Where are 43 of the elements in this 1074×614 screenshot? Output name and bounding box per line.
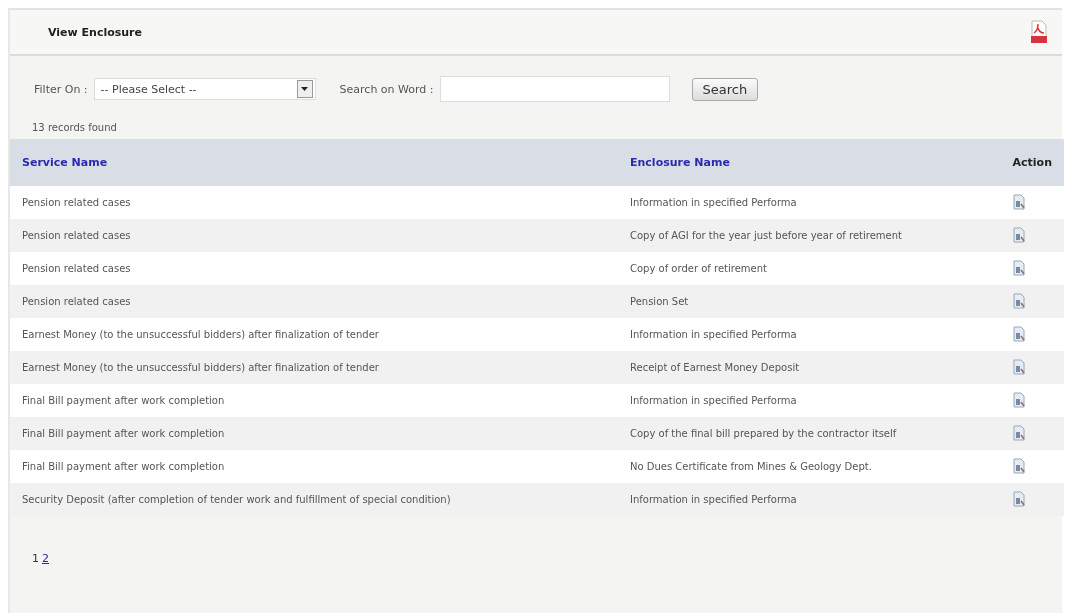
table-cell: Receipt of Earnest Money Deposit xyxy=(618,351,1001,384)
table-cell: Information in specified Performa xyxy=(618,384,1001,417)
page-link[interactable]: 2 xyxy=(42,552,49,565)
table-cell: Information in specified Performa xyxy=(618,318,1001,351)
document-view-icon[interactable] xyxy=(1012,490,1025,507)
page-link[interactable]: 1 xyxy=(32,552,39,565)
table-cell: Pension Set xyxy=(618,285,1001,318)
search-button[interactable]: Search xyxy=(691,77,759,101)
table-cell: Information in specified Performa xyxy=(618,186,1001,219)
table-cell: Earnest Money (to the unsuccessful bidders) after finalization of tender xyxy=(10,318,618,351)
column-header[interactable]: Service Name xyxy=(10,139,618,186)
table-cell: Final Bill payment after work completion xyxy=(10,450,618,483)
document-view-icon[interactable] xyxy=(1012,325,1025,342)
table-cell: Final Bill payment after work completion xyxy=(10,384,618,417)
document-view-icon[interactable] xyxy=(1012,259,1025,276)
document-view-icon[interactable] xyxy=(1012,424,1025,441)
page-title: View Enclosure xyxy=(48,25,142,39)
table-cell: Pension related cases xyxy=(10,186,618,219)
records-count: 13 records found xyxy=(32,122,118,133)
document-view-icon[interactable] xyxy=(1012,358,1025,375)
document-view-icon[interactable] xyxy=(1012,457,1025,474)
document-view-icon[interactable] xyxy=(1012,391,1025,408)
filter-label: Filter On : xyxy=(34,82,88,96)
table-cell: No Dues Certificate from Mines & Geology Dept. xyxy=(618,450,1001,483)
table-cell: Pension related cases xyxy=(10,285,618,318)
table-cell: Earnest Money (to the unsuccessful bidders) after finalization of tender xyxy=(10,351,618,384)
search-field[interactable] xyxy=(439,76,670,102)
table-cell: Copy of the final bill prepared by the contractor itself xyxy=(618,417,1001,450)
column-header[interactable]: Enclosure Name xyxy=(618,139,1001,186)
filter-select[interactable]: -- Please Select -- xyxy=(93,78,316,100)
pdf-icon[interactable] xyxy=(1030,20,1048,44)
table-cell: Copy of AGI for the year just before year of retirement xyxy=(618,219,1001,252)
search-label: Search on Word : xyxy=(339,82,434,96)
document-view-icon[interactable] xyxy=(1012,226,1025,243)
table-cell: Final Bill payment after work completion xyxy=(10,417,618,450)
document-view-icon[interactable] xyxy=(1012,292,1025,309)
column-header: Action xyxy=(1000,139,1064,186)
table-cell: Security Deposit (after completion of tender work and fulfillment of special condition) xyxy=(10,483,618,516)
document-view-icon[interactable] xyxy=(1012,193,1025,210)
table-cell: Pension related cases xyxy=(10,219,618,252)
table-cell: Information in specified Performa xyxy=(618,483,1001,516)
table-cell: Copy of order of retirement xyxy=(618,252,1001,285)
table-cell: Pension related cases xyxy=(10,252,618,285)
